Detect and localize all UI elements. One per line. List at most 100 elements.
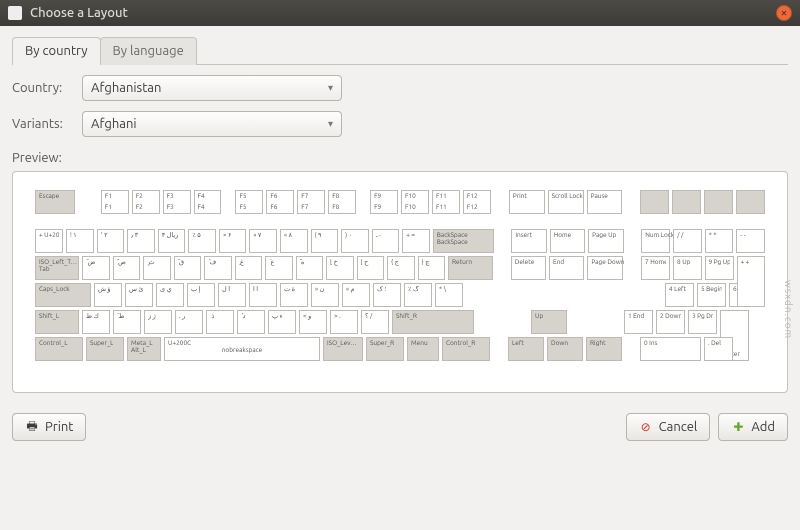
key-f7: F7F7	[297, 190, 325, 214]
key-meta-l: Meta_LAlt_L	[127, 337, 161, 361]
cancel-icon	[639, 420, 653, 434]
key-tilde: + U+2000	[35, 229, 63, 253]
key-np4: 4 Left	[665, 283, 694, 307]
key-s: ئ س	[125, 283, 153, 307]
key-z: ٓ ط	[113, 310, 141, 334]
key-f5: F5F5	[235, 190, 263, 214]
key-np8: 8 Up	[673, 256, 701, 280]
key-up: Up	[531, 310, 567, 334]
key-rbracket: } چ	[418, 256, 446, 280]
key-np-mul: * *	[705, 229, 734, 253]
key-control-l: Control_L	[35, 337, 83, 361]
key-super-l: Super_L	[86, 337, 124, 361]
key-left: Left	[508, 337, 544, 361]
key-u: َ ع	[265, 256, 293, 280]
key-f9: F9F9	[370, 190, 398, 214]
print-button[interactable]: Print	[12, 413, 86, 441]
key-r: ً ق	[174, 256, 202, 280]
key-menu: Menu	[407, 337, 439, 361]
key-backspace: BackSpaceBackSpace	[433, 229, 494, 253]
key-f2: F2F2	[132, 190, 160, 214]
key-f6: F6F6	[266, 190, 294, 214]
keyboard: Escape F1F1 F2F2 F3F3 F4F4 F5F5 F6F6 F7F…	[35, 190, 765, 361]
key-v: ‌ ذ	[206, 310, 234, 334]
key-scroll-lock: Scroll Lock	[548, 190, 584, 214]
key-np7: 7 Home	[641, 256, 670, 280]
key-f: إ ب	[187, 283, 215, 307]
key-home: Home	[550, 229, 585, 253]
key-d: ي ی	[156, 283, 184, 307]
key-dot: ؟ /	[361, 310, 389, 334]
key-return: Return	[448, 256, 493, 280]
key-print: Print	[509, 190, 545, 214]
key-f11: F11F11	[432, 190, 460, 214]
key-x: ژ ز	[144, 310, 172, 334]
key-tab: ISO_Left_T…Tab	[35, 256, 79, 280]
watermark: wsxdn.com	[783, 280, 794, 339]
key-c: . ر	[175, 310, 203, 334]
key-g: أ ل	[218, 283, 246, 307]
key-f12: F12F12	[463, 190, 491, 214]
key-pause: Pause	[587, 190, 623, 214]
cancel-button[interactable]: Cancel	[626, 413, 711, 441]
chevron-down-icon: ▾	[328, 82, 333, 94]
key-k: » ن	[311, 283, 339, 307]
app-icon	[8, 6, 22, 20]
key-8: « ۸	[280, 229, 308, 253]
key-insert: Insert	[511, 229, 546, 253]
key-0: ) ۰	[341, 229, 369, 253]
key-f3: F3F3	[163, 190, 191, 214]
key-3: ٫ ۳	[127, 229, 155, 253]
close-icon[interactable]	[776, 5, 792, 21]
key-np9: 9 Pg Up	[705, 256, 734, 280]
key-b: ٔ د	[237, 310, 265, 334]
combo-country[interactable]: Afghanistan ▾	[82, 75, 342, 101]
row-variants: Variants: Afghani ▾	[12, 111, 788, 137]
key-4: ریال ۴	[158, 229, 186, 253]
preview-label: Preview:	[12, 151, 788, 165]
key-super-r: Super_R	[366, 337, 404, 361]
key-np-add: + +	[737, 256, 765, 307]
key-t: ُ ف	[204, 256, 232, 280]
key-end: End	[549, 256, 584, 280]
tab-by-language[interactable]: By language	[100, 37, 197, 65]
keyboard-preview: Escape F1F1 F2F2 F3F3 F4F4 F5F5 F6F6 F7F…	[12, 171, 788, 393]
key-9: ( ۹	[311, 229, 339, 253]
key-delete: Delete	[511, 256, 546, 280]
key-y: ِ غ	[235, 256, 263, 280]
key-capslock: Caps_Lock	[35, 283, 91, 307]
key-lt: ك ظ	[82, 310, 110, 334]
key-l: « م	[342, 283, 370, 307]
combo-country-value: Afghanistan	[91, 81, 161, 95]
key-right: Right	[586, 337, 622, 361]
key-np5: 5 Begin	[697, 283, 726, 307]
key-5: ٪ ۵	[188, 229, 216, 253]
key-blank	[736, 190, 765, 214]
key-numlock: Num Lock	[641, 229, 670, 253]
key-np2: 2 Down	[656, 310, 685, 334]
combo-variants[interactable]: Afghani ▾	[82, 111, 342, 137]
key-np-div: / /	[673, 229, 702, 253]
key-f8: F8F8	[328, 190, 356, 214]
key-h: آ ا	[249, 283, 277, 307]
key-7: » ۷	[249, 229, 277, 253]
label-country: Country:	[12, 81, 82, 95]
key-iso-lev: ISO_Lev…	[323, 337, 363, 361]
add-button[interactable]: Add	[718, 413, 788, 441]
key-blank	[704, 190, 733, 214]
key-lbracket: { ج	[387, 256, 415, 280]
key-minus: ـ -	[372, 229, 400, 253]
key-1: ! ۱	[66, 229, 94, 253]
key-q: ْ ض	[82, 256, 110, 280]
key-escape: Escape	[35, 190, 75, 214]
titlebar: Choose a Layout	[0, 0, 800, 26]
key-blank	[640, 190, 669, 214]
tab-by-country[interactable]: By country	[12, 37, 101, 65]
key-np-sub: - -	[736, 229, 765, 253]
key-comma: > .	[330, 310, 358, 334]
key-shift-l: Shift_L	[35, 310, 79, 334]
key-shift-r: Shift_R	[392, 310, 474, 334]
key-6: × ۶	[219, 229, 247, 253]
key-down: Down	[547, 337, 583, 361]
key-np1: 1 End	[624, 310, 653, 334]
